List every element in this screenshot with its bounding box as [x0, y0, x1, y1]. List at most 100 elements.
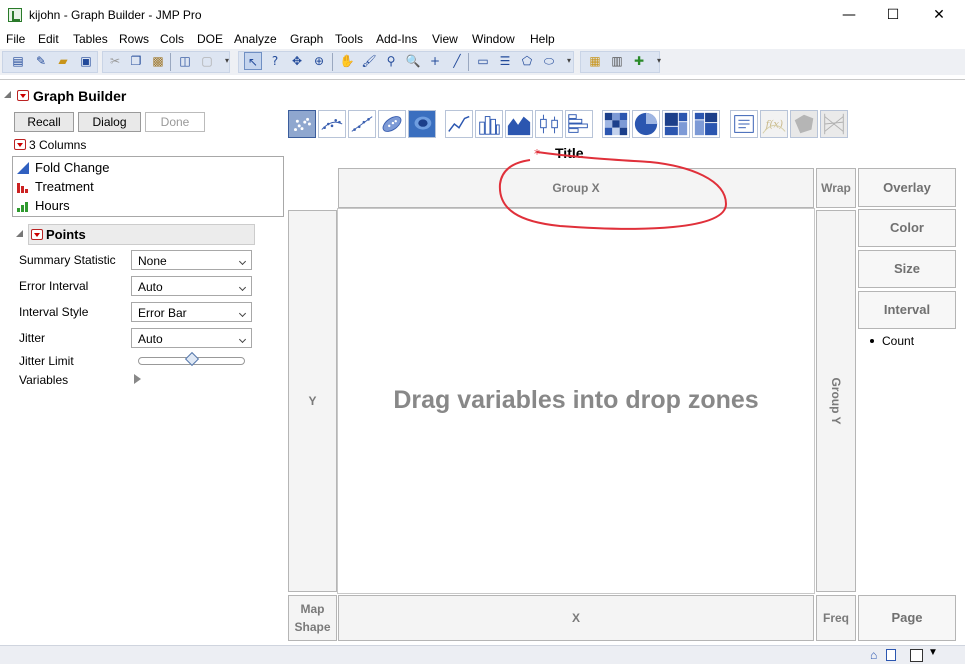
toolbar-overflow-icon[interactable]: ▾ — [650, 52, 668, 70]
x-drop-zone[interactable]: X — [338, 595, 814, 641]
home-window-icon[interactable]: ▦ — [586, 52, 604, 70]
dialog-button[interactable]: Dialog — [78, 112, 141, 132]
jitter-limit-label: Jitter Limit — [19, 354, 74, 368]
map-shape-drop-zone[interactable]: Map Shape — [288, 595, 337, 641]
magnifier-tool-icon[interactable]: 🔍 — [404, 52, 422, 70]
mosaic-graph-icon[interactable] — [692, 110, 720, 138]
window-box-icon[interactable] — [910, 649, 923, 662]
overlay-drop-zone[interactable]: Overlay — [858, 168, 956, 207]
status-dropdown-icon[interactable]: ▼ — [928, 647, 938, 658]
group-y-drop-zone[interactable]: Group Y — [816, 210, 856, 592]
menu-view[interactable]: View — [432, 32, 458, 46]
simple-shape-tool-icon[interactable]: ☰ — [496, 52, 514, 70]
help-tool-icon[interactable]: ? — [266, 52, 284, 70]
page-drop-zone[interactable]: Page — [858, 595, 956, 641]
interval-style-label: Interval Style — [19, 305, 89, 319]
open-icon[interactable]: ▰ — [54, 52, 72, 70]
grabber-tool-icon[interactable]: ✋ — [338, 52, 356, 70]
ordinal-icon — [17, 202, 28, 212]
line-graph-icon[interactable] — [445, 110, 473, 138]
new-table-icon[interactable]: ▤ — [9, 52, 27, 70]
legend-item-count: Count — [882, 334, 915, 348]
recall-button[interactable]: Recall — [14, 112, 74, 132]
column-list: Fold Change Treatment Hours — [12, 156, 284, 217]
arrow-tool-icon[interactable]: ↖ — [244, 52, 262, 70]
window-list-icon[interactable] — [886, 649, 896, 661]
color-drop-zone[interactable]: Color — [858, 209, 956, 247]
error-interval-label: Error Interval — [19, 279, 89, 293]
menu-rows[interactable]: Rows — [119, 32, 149, 46]
points-disclosure-icon[interactable] — [16, 230, 23, 237]
menu-window[interactable]: Window — [472, 32, 515, 46]
heatmap-contour-graph-icon[interactable] — [408, 110, 436, 138]
toolbar-overflow-icon[interactable]: ▾ — [218, 52, 236, 70]
y-drop-zone[interactable]: Y — [288, 210, 337, 592]
interval-style-select[interactable]: Error Bar — [131, 302, 252, 322]
points-menu-icon[interactable] — [31, 229, 43, 240]
annotate-tool-icon[interactable]: ▭ — [474, 52, 492, 70]
menu-edit[interactable]: Edit — [38, 32, 59, 46]
heatmap-graph-icon[interactable] — [602, 110, 630, 138]
parallel-plot-graph-icon[interactable] — [820, 110, 848, 138]
close-button[interactable]: ✕ — [916, 0, 962, 31]
home-icon[interactable]: ⌂ — [870, 648, 884, 662]
line-tool-icon[interactable]: ╱ — [448, 52, 466, 70]
outline-disclosure-icon[interactable] — [4, 91, 11, 98]
toolbar-overflow-icon[interactable]: ▾ — [560, 52, 578, 70]
area-graph-icon[interactable] — [505, 110, 533, 138]
menu-add-ins[interactable]: Add-Ins — [376, 32, 417, 46]
columns-menu-icon[interactable] — [14, 139, 26, 150]
menu-tables[interactable]: Tables — [73, 32, 108, 46]
size-drop-zone[interactable]: Size — [858, 250, 956, 288]
window-list-icon[interactable]: ▥ — [608, 52, 626, 70]
new-script-icon[interactable]: ✎ — [32, 52, 50, 70]
menu-analyze[interactable]: Analyze — [234, 32, 277, 46]
contour-graph-icon[interactable] — [318, 110, 346, 138]
crosshair-tool-icon[interactable]: ⊕ — [310, 52, 328, 70]
brush-tool-icon[interactable]: 🖌 — [360, 52, 378, 70]
jitter-select[interactable]: Auto — [131, 328, 252, 348]
menu-doe[interactable]: DOE — [197, 32, 223, 46]
red-triangle-menu-icon[interactable] — [17, 90, 29, 101]
formula-graph-icon[interactable]: f(x) — [760, 110, 788, 138]
window-title: kijohn - Graph Builder - JMP Pro — [29, 8, 202, 22]
box-plot-graph-icon[interactable] — [535, 110, 563, 138]
error-interval-select[interactable]: Auto — [131, 276, 252, 296]
pie-graph-icon[interactable] — [632, 110, 660, 138]
summary-statistic-select[interactable]: None — [131, 250, 252, 270]
copy-icon[interactable]: ❐ — [127, 52, 145, 70]
menu-help[interactable]: Help — [530, 32, 555, 46]
menu-graph[interactable]: Graph — [290, 32, 323, 46]
line-of-fit-graph-icon[interactable] — [348, 110, 376, 138]
selection-tool-icon[interactable]: ✥ — [288, 52, 306, 70]
polygon-tool-icon[interactable]: ⬠ — [518, 52, 536, 70]
menu-cols[interactable]: Cols — [160, 32, 184, 46]
treemap-graph-icon[interactable] — [662, 110, 690, 138]
status-bar: ⌂ ▼ — [0, 645, 965, 664]
lasso-tool-icon[interactable]: ⚲ — [382, 52, 400, 70]
paste-icon[interactable]: ▩ — [149, 52, 167, 70]
bar-graph-icon[interactable] — [475, 110, 503, 138]
done-button[interactable]: Done — [145, 112, 205, 132]
plus-tool-icon[interactable]: + — [426, 52, 444, 70]
add-window-icon[interactable]: ✚ — [630, 52, 648, 70]
points-graph-icon[interactable] — [288, 110, 316, 138]
menu-file[interactable]: File — [6, 32, 25, 46]
histogram-graph-icon[interactable] — [565, 110, 593, 138]
variables-expand-icon[interactable] — [134, 374, 141, 384]
minimize-button[interactable]: — — [826, 0, 872, 31]
maximize-button[interactable]: ☐ — [870, 0, 916, 31]
interval-drop-zone[interactable]: Interval — [858, 291, 956, 329]
toolbar-separator — [170, 53, 171, 71]
save-icon[interactable]: ▣ — [77, 52, 95, 70]
journal-icon[interactable]: ◫ — [176, 52, 194, 70]
cut-icon[interactable]: ✂ — [106, 52, 124, 70]
freq-drop-zone[interactable]: Freq — [816, 595, 856, 641]
map-shapes-graph-icon[interactable] — [790, 110, 818, 138]
caption-box-graph-icon[interactable] — [730, 110, 758, 138]
menu-tools[interactable]: Tools — [335, 32, 363, 46]
wrap-drop-zone[interactable]: Wrap — [816, 168, 856, 208]
ellipse-graph-icon[interactable] — [378, 110, 406, 138]
oval-tool-icon[interactable]: ⬭ — [540, 52, 558, 70]
lock-icon[interactable]: ▢ — [198, 52, 216, 70]
